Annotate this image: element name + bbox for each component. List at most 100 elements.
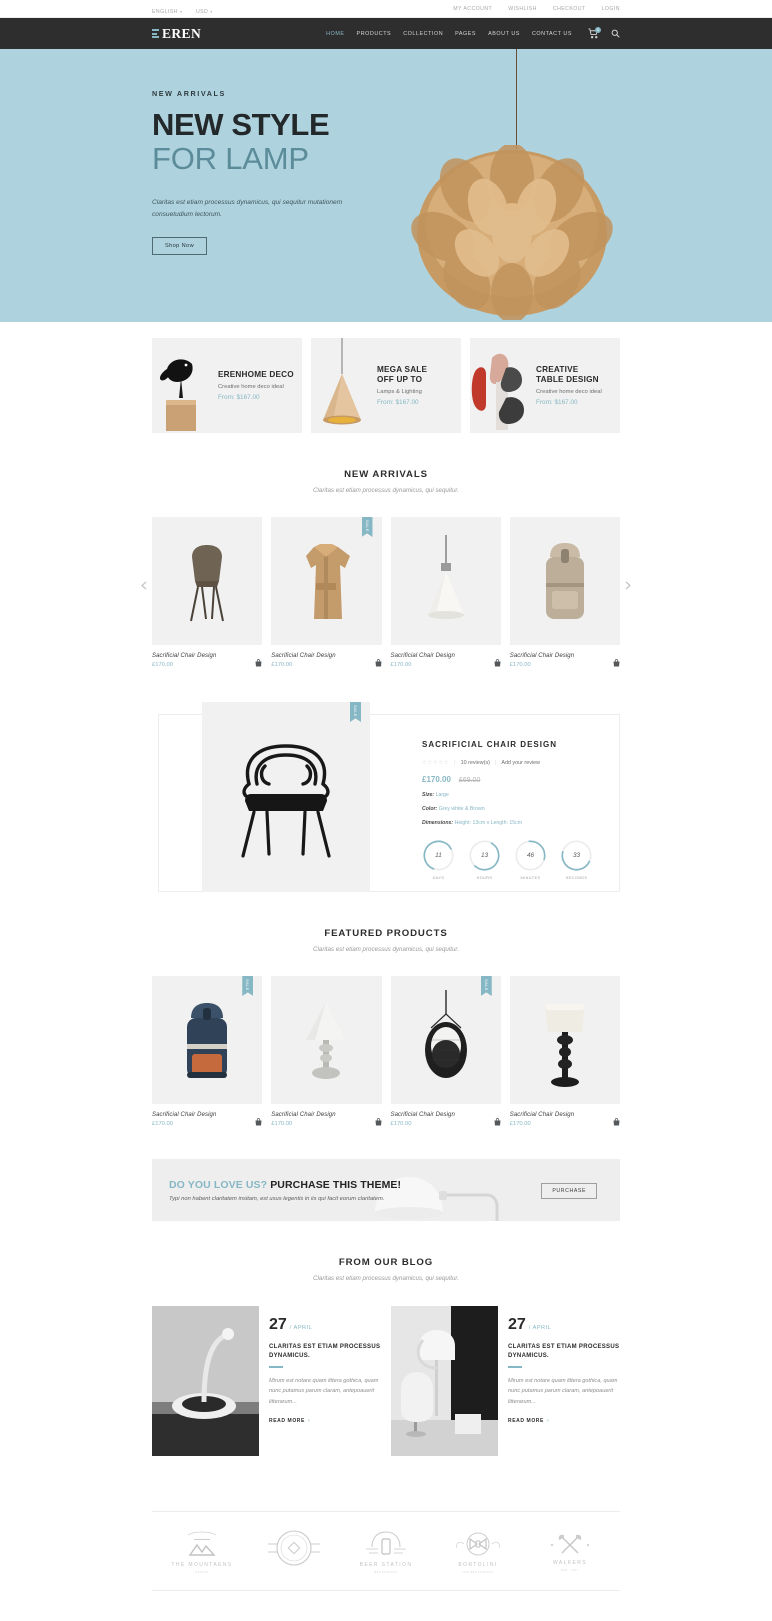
promo-subtitle: Creative home deco ideal [218,384,284,391]
site-logo[interactable]: EREN [152,26,201,42]
product-image-jacket: SALE [271,517,382,645]
language-selector[interactable]: ENGLISH ▾ [152,0,182,18]
brand-subtitle: THE RESTAURANT [462,1570,494,1574]
nav-collection[interactable]: COLLECTION [403,31,443,37]
link-login[interactable]: LOGIN [602,6,620,12]
brand-subtitle: DESIGN [195,1570,209,1574]
deal-prices: £170.00 £69.00 [422,775,593,784]
countdown-value: 46 [526,852,535,859]
blog-post-title[interactable]: CLARITAS EST ETIAM PROCESSUS DYNAMICUS. [508,1343,620,1360]
bottom-spacer [0,1591,772,1621]
read-more-label: READ MORE [508,1417,544,1424]
product-card[interactable]: Sacrificial Chair Design £170.00 [271,976,382,1131]
sale-badge: SALE [242,976,254,996]
main-header: EREN HOME PRODUCTS COLLECTION PAGES ABOU… [0,18,772,49]
product-price: £170.00 [509,662,531,668]
section-subtitle: Claritas est etiam processus dynamicus, … [313,946,459,953]
blog-post[interactable]: 27 / APRIL CLARITAS EST ETIAM PROCESSUS … [152,1306,381,1456]
mountain-badge-icon [187,1531,217,1556]
product-name: Sacrificial Chair Design [152,1112,217,1118]
blog-post-title[interactable]: CLARITAS EST ETIAM PROCESSUS DYNAMICUS. [269,1343,381,1360]
topbar: ENGLISH ▾ USD ▾ MY ACCOUNT WISHLISH CHECKO… [0,0,772,18]
blog-month: / APRIL [528,1325,552,1331]
hero-title-line1: NEW STYLE [152,107,330,142]
currency-selector[interactable]: USD ▾ [196,0,212,18]
add-to-cart-button[interactable] [613,654,620,672]
add-review-link[interactable]: Add your review [501,760,540,766]
countdown-label: HOURS [476,876,493,880]
link-my-account[interactable]: MY ACCOUNT [453,6,492,12]
read-more-link[interactable]: READ MORE › [269,1418,310,1424]
countdown-seconds: 33 SECONDS [560,839,593,880]
nav-about-us[interactable]: ABOUT US [488,31,520,37]
add-to-cart-button[interactable] [375,1113,382,1131]
section-subtitle: Claritas est etiam processus dynamicus, … [313,1275,459,1282]
promo-price: From: $167.00 [536,399,578,407]
shopping-bag-icon [613,659,620,667]
cart-button[interactable]: 0 [588,26,601,40]
read-more-link[interactable]: READ MORE › [508,1418,549,1424]
blog-excerpt: Mirum est notare quam littera gothica, q… [508,1377,618,1405]
sale-badge-label: SALE [245,979,251,991]
chevron-down-icon: ▾ [210,8,213,14]
product-card[interactable]: Sacrificial Chair Design £170.00 [509,976,620,1131]
brand-logo-the-mountaens[interactable]: THE MOUNTAENS DESIGN [156,1529,248,1574]
deal-price-original: £69.00 [458,777,481,784]
divider [508,1366,522,1368]
product-meta: Sacrificial Chair Design £170.00 [152,1112,262,1131]
add-to-cart-button[interactable] [494,654,501,672]
shop-now-button[interactable]: Shop Now [152,237,208,256]
nav-pages[interactable]: PAGES [455,31,476,37]
language-label: ENGLISH [152,8,178,15]
promo-card-erenhome-deco[interactable]: ERENHOME DECO Creative home deco ideal F… [152,338,302,433]
product-meta: Sacrificial Chair Design £170.00 [391,1112,501,1131]
read-more-label: READ MORE [269,1417,305,1424]
purchase-heading: DO YOU LOVE US? PURCHASE THIS THEME! [169,1179,401,1191]
beer-glass-badge-icon [366,1530,406,1555]
deal-attr-size: Size: Large [422,792,593,798]
nav-contact-us[interactable]: CONTACT US [532,31,572,37]
brand-logo-beer-station[interactable]: BEER STATION RESTAURANT [340,1529,432,1574]
brand-logo-bortolini[interactable]: BORTOLINI THE RESTAURANT [432,1529,524,1574]
attr-label: Size: [422,792,435,798]
countdown-value: 13 [480,852,489,859]
product-card[interactable]: Sacrificial Chair Design £170.00 [390,517,501,672]
section-subtitle: Claritas est etiam processus dynamicus, … [313,487,459,494]
add-to-cart-button[interactable] [613,1113,620,1131]
brand-name: WALKERS [552,1559,588,1566]
purchase-button[interactable]: PURCHASE [541,1183,597,1199]
product-meta: Sacrificial Chair Design £170.00 [152,653,262,672]
blog-month: / APRIL [289,1325,313,1331]
product-card[interactable]: SALE Sacrificial Chair Design £170.00 [390,976,501,1131]
brand-logo-vintage[interactable] [248,1527,340,1575]
purchase-paragraph: Typi non habent claritatem insitam, est … [169,1195,385,1202]
product-card[interactable]: SALE Sacrificial Chair Design £170.00 [271,517,382,672]
product-card[interactable]: SALE Sacrificial Chair Design £170.00 [152,976,263,1131]
product-price: £170.00 [271,1121,293,1127]
brand-logo-walkers[interactable]: WALKERS EST. 1987 [524,1531,616,1572]
brand-subtitle: EST. 1987 [561,1568,579,1572]
nav-products[interactable]: PRODUCTS [357,31,392,37]
product-price: £170.00 [390,662,412,668]
add-to-cart-button[interactable] [255,1113,262,1131]
carousel-next-button[interactable] [622,579,634,591]
blog-date: 27 / APRIL [508,1316,620,1334]
blog-post[interactable]: 27 / APRIL CLARITAS EST ETIAM PROCESSUS … [391,1306,620,1456]
countdown-value: 11 [435,852,442,859]
nav-home[interactable]: HOME [326,31,344,37]
link-checkout[interactable]: CHECKOUT [553,6,586,12]
link-wishlist[interactable]: WISHLISH [508,6,537,12]
add-to-cart-button[interactable] [375,654,382,672]
search-button[interactable] [611,29,620,38]
add-to-cart-button[interactable] [494,1113,501,1131]
promo-subtitle: Creative home deco ideal [536,389,602,396]
carousel-prev-button[interactable] [138,579,150,591]
product-card[interactable]: Sacrificial Chair Design £170.00 [509,517,620,672]
product-card[interactable]: Sacrificial Chair Design £170.00 [152,517,263,672]
brand-logos-strip: THE MOUNTAENS DESIGN BEER STATION RESTAU… [152,1511,620,1591]
arrow-right-icon: › [546,1417,550,1424]
promo-card-creative-table[interactable]: CREATIVE TABLE DESIGN Creative home deco… [470,338,620,433]
currency-label: USD [195,8,209,15]
add-to-cart-button[interactable] [255,654,262,672]
promo-card-mega-sale[interactable]: MEGA SALE OFF UP TO Lamps & Lighting Fro… [311,338,461,433]
